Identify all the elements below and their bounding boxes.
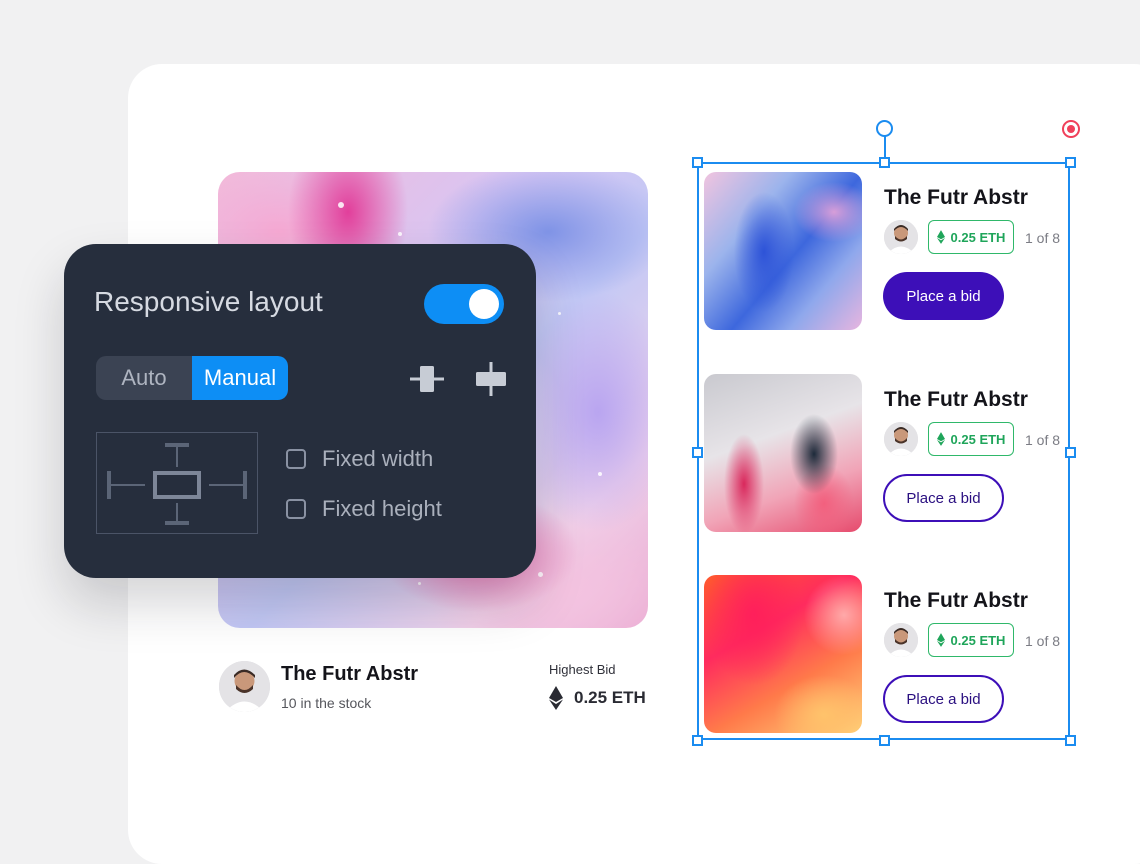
record-icon[interactable]: [1062, 120, 1080, 138]
card-artwork[interactable]: [704, 374, 862, 532]
highest-bid-value: 0.25 ETH: [549, 686, 646, 710]
creator-avatar[interactable]: [884, 623, 918, 657]
ethereum-icon: [936, 633, 945, 647]
fixed-width-checkbox[interactable]: [286, 449, 306, 469]
price-tag: 0.25 ETH: [928, 623, 1014, 657]
fixed-width-option[interactable]: Fixed width: [286, 446, 433, 472]
ethereum-icon: [936, 230, 945, 244]
fixed-height-checkbox[interactable]: [286, 499, 306, 519]
card-title: The Futr Abstr: [884, 589, 1028, 612]
mode-auto-option[interactable]: Auto: [96, 356, 192, 400]
panel-title: Responsive layout: [94, 286, 323, 317]
owner-avatar[interactable]: [219, 661, 270, 712]
creator-avatar[interactable]: [884, 422, 918, 456]
ethereum-icon: [549, 686, 563, 710]
nft-card: The Futr Abstr 0.25 ETH 1 of 8 Place a b…: [704, 172, 1064, 332]
place-bid-button[interactable]: Place a bid: [883, 272, 1004, 320]
fixed-height-option[interactable]: Fixed height: [286, 496, 442, 522]
ethereum-icon: [936, 432, 945, 446]
card-title: The Futr Abstr: [884, 388, 1028, 411]
price-tag: 0.25 ETH: [928, 220, 1014, 254]
price-value: 0.25 ETH: [950, 632, 1006, 648]
fixed-width-label: Fixed width: [322, 446, 434, 471]
nft-card: The Futr Abstr 0.25 ETH 1 of 8 Place a b…: [704, 374, 1064, 534]
resize-handle-left[interactable]: [692, 447, 703, 458]
rotate-handle-icon[interactable]: [876, 120, 893, 137]
responsive-toggle[interactable]: [424, 284, 504, 324]
card-title: The Futr Abstr: [884, 186, 1028, 209]
resize-handle-right[interactable]: [1065, 447, 1076, 458]
price-tag: 0.25 ETH: [928, 422, 1014, 456]
edition-count: 1 of 8: [1025, 230, 1061, 246]
edition-count: 1 of 8: [1025, 432, 1061, 448]
creator-avatar[interactable]: [884, 220, 918, 254]
resize-handle-bottom-right[interactable]: [1065, 735, 1076, 746]
responsive-layout-panel: Responsive layout Auto Manual Fixed widt…: [64, 244, 536, 578]
price-value: 0.25 ETH: [950, 229, 1006, 245]
constraints-diagram-icon: [107, 443, 247, 525]
card-artwork[interactable]: [704, 575, 862, 733]
place-bid-button[interactable]: Place a bid: [883, 675, 1004, 723]
resize-handle-top-left[interactable]: [692, 157, 703, 168]
mode-manual-option[interactable]: Manual: [192, 356, 288, 400]
nft-card: The Futr Abstr 0.25 ETH 1 of 8 Place a b…: [704, 575, 1064, 735]
fixed-height-label: Fixed height: [322, 496, 442, 521]
edition-count: 1 of 8: [1025, 633, 1061, 649]
align-vertical-icon[interactable]: [474, 362, 508, 396]
resize-handle-bottom-left[interactable]: [692, 735, 703, 746]
featured-stock: 10 in the stock: [281, 695, 372, 711]
place-bid-button[interactable]: Place a bid: [883, 474, 1004, 522]
highest-bid-label: Highest Bid: [549, 662, 616, 677]
card-artwork[interactable]: [704, 172, 862, 330]
layout-mode-segmented-control: Auto Manual: [96, 356, 288, 400]
resize-handle-top[interactable]: [879, 157, 890, 168]
align-horizontal-icon[interactable]: [410, 362, 444, 396]
highest-bid-amount: 0.25 ETH: [574, 688, 646, 707]
featured-title: The Futr Abstr: [281, 663, 419, 685]
toggle-knob: [469, 289, 499, 319]
resize-handle-bottom[interactable]: [879, 735, 890, 746]
price-value: 0.25 ETH: [950, 431, 1006, 447]
resize-handle-top-right[interactable]: [1065, 157, 1076, 168]
constraints-diagram: [96, 432, 258, 534]
